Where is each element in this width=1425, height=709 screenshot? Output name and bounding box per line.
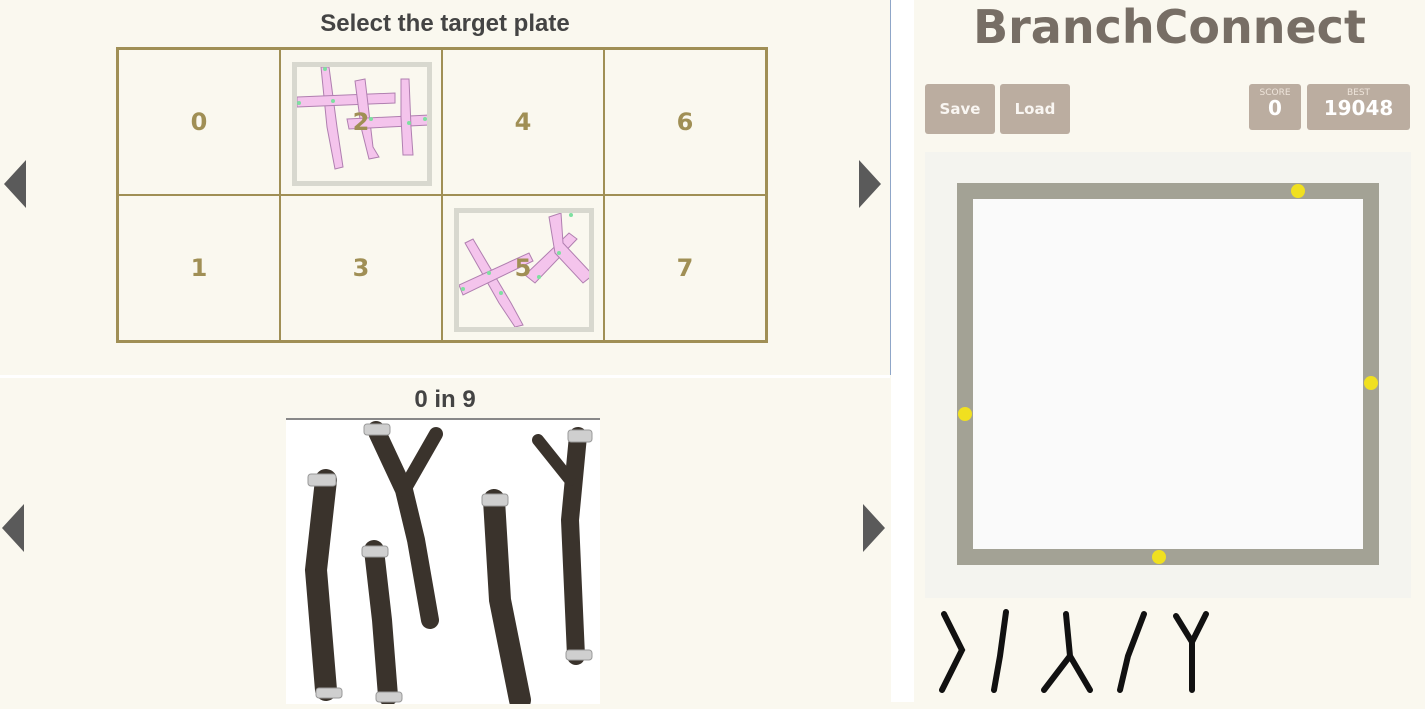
plate-cell-4[interactable]: 4: [442, 49, 604, 195]
branch-prev-arrow-icon[interactable]: [2, 504, 24, 552]
best-box: BEST 19048: [1307, 84, 1410, 130]
branch-viewer-panel: 0 in 9: [0, 378, 890, 709]
branch-next-arrow-icon[interactable]: [863, 504, 885, 552]
score-box: SCORE 0: [1249, 84, 1301, 130]
board-drop-area[interactable]: [973, 199, 1363, 549]
connector-dot-right: [1364, 376, 1378, 390]
plate-next-arrow-icon[interactable]: [859, 160, 881, 208]
plate-cell-5[interactable]: 5: [442, 195, 604, 341]
branch-photo-illustration: [304, 421, 593, 709]
board-frame: [957, 183, 1379, 565]
plate-cell-label: 7: [676, 254, 694, 282]
plate-cell-label: 6: [676, 108, 694, 136]
branch-piece-3: [1041, 611, 1093, 693]
plate-cell-label: 2: [352, 108, 370, 136]
score-value: 0: [1268, 96, 1282, 120]
branch-piece-5: [1173, 611, 1209, 693]
branch-photo: [286, 418, 600, 709]
plate-cell-3[interactable]: 3: [280, 195, 442, 341]
plate-cell-0[interactable]: 0: [118, 49, 280, 195]
plate-selector-title: Select the target plate: [320, 10, 570, 37]
plate-cell-2[interactable]: 2: [280, 49, 442, 195]
plate-cell-label: 4: [514, 108, 532, 136]
save-button[interactable]: Save: [925, 84, 995, 134]
branch-viewer-title: 0 in 9: [414, 386, 476, 413]
game-board[interactable]: [925, 152, 1411, 598]
branch-piece-2: [991, 609, 1009, 693]
plate-cell-7[interactable]: 7: [604, 195, 766, 341]
plate-cell-label: 0: [190, 108, 208, 136]
plate-cell-label: 5: [514, 254, 532, 282]
branch-piece-tray[interactable]: [934, 606, 1214, 698]
branch-piece-1: [939, 611, 966, 693]
branch-piece-4: [1117, 611, 1147, 693]
plate-selector-panel: Select the target plate 0 2 4 6 1 3 5 7: [0, 0, 891, 375]
plate-grid: 0 2 4 6 1 3 5 7: [116, 47, 768, 343]
plate-prev-arrow-icon[interactable]: [4, 160, 26, 208]
plate-cell-label: 1: [190, 254, 208, 282]
load-button[interactable]: Load: [1000, 84, 1070, 134]
connector-dot-left: [958, 407, 972, 421]
game-panel: BranchConnect Save Load SCORE 0 BEST 190…: [914, 0, 1425, 702]
best-value: 19048: [1323, 96, 1394, 120]
connector-dot-top: [1291, 184, 1305, 198]
game-title: BranchConnect: [973, 0, 1366, 54]
plate-cell-6[interactable]: 6: [604, 49, 766, 195]
connector-dot-bottom: [1152, 550, 1166, 564]
plate-cell-1[interactable]: 1: [118, 195, 280, 341]
panel-gap: [891, 0, 914, 702]
plate-cell-label: 3: [352, 254, 370, 282]
